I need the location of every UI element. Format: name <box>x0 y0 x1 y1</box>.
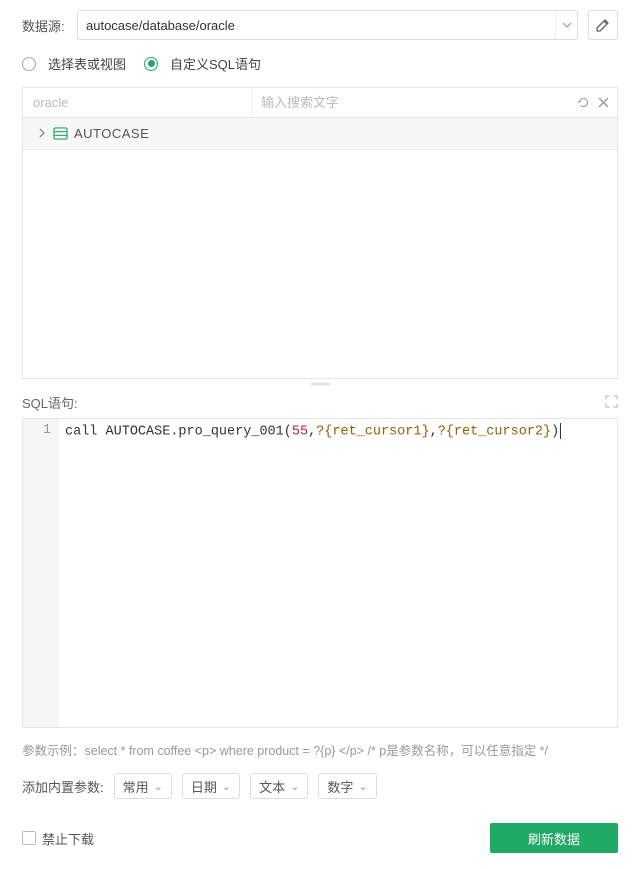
token-identifier: AUTOCASE.pro_query_001 <box>106 425 284 440</box>
datasource-value: autocase/database/oracle <box>86 18 235 33</box>
radio-select-table-label: 选择表或视图 <box>48 54 126 73</box>
token-param: ?{ret_cursor1} <box>316 425 429 440</box>
resize-handle[interactable]: ═══ <box>0 379 640 389</box>
checkbox-icon <box>22 831 36 845</box>
schema-tree[interactable]: AUTOCASE <box>23 118 617 378</box>
token-punct: ( <box>284 425 292 440</box>
dropdown-common[interactable]: 常用 ⌄ <box>114 773 172 799</box>
editor-gutter: 1 <box>23 419 59 727</box>
datasource-label: 数据源: <box>22 16 67 35</box>
expand-icon[interactable] <box>605 395 618 411</box>
radio-custom-sql-label: 自定义SQL语句 <box>170 54 261 73</box>
chevron-down-icon <box>555 11 577 39</box>
database-icon <box>53 127 68 140</box>
text-cursor <box>560 423 561 439</box>
dropdown-number[interactable]: 数字 ⌄ <box>318 773 376 799</box>
param-hint: 参数示例：select * from coffee <p> where prod… <box>0 728 640 763</box>
close-icon[interactable] <box>598 97 609 108</box>
tree-node-root[interactable]: AUTOCASE <box>23 118 617 150</box>
radio-select-table[interactable] <box>22 57 36 71</box>
refresh-icon[interactable] <box>577 96 590 109</box>
dropdown-label: 常用 <box>123 777 149 796</box>
chevron-down-icon: ⌄ <box>290 780 299 793</box>
token-param: ?{ret_cursor2} <box>438 425 551 440</box>
edit-icon <box>595 17 611 33</box>
dropdown-text[interactable]: 文本 ⌄ <box>250 773 308 799</box>
edit-datasource-button[interactable] <box>588 10 618 40</box>
sql-editor[interactable]: 1 call AUTOCASE.pro_query_001(55,?{ret_c… <box>22 418 618 728</box>
token-punct: , <box>308 425 316 440</box>
builtin-params-label: 添加内置参数: <box>22 777 104 796</box>
line-number: 1 <box>27 423 51 438</box>
schema-search-input[interactable] <box>261 95 577 110</box>
chevron-down-icon: ⌄ <box>154 780 163 793</box>
token-number: 55 <box>292 425 308 440</box>
dropdown-label: 文本 <box>259 777 285 796</box>
token-punct: , <box>430 425 438 440</box>
chevron-right-icon <box>37 126 47 141</box>
token-keyword: call <box>65 425 106 440</box>
tree-node-label: AUTOCASE <box>74 126 149 141</box>
dropdown-label: 数字 <box>327 777 353 796</box>
sql-label: SQL语句: <box>22 393 78 412</box>
editor-content[interactable]: call AUTOCASE.pro_query_001(55,?{ret_cur… <box>59 419 617 727</box>
refresh-data-button[interactable]: 刷新数据 <box>490 823 618 853</box>
datasource-select[interactable]: autocase/database/oracle <box>77 10 578 40</box>
schema-browser: oracle AUTOCASE <box>22 87 618 379</box>
forbid-download-checkbox[interactable]: 禁止下载 <box>22 829 94 848</box>
dropdown-label: 日期 <box>191 777 217 796</box>
schema-title: oracle <box>23 88 253 117</box>
chevron-down-icon: ⌄ <box>222 780 231 793</box>
radio-custom-sql[interactable] <box>144 57 158 71</box>
dropdown-date[interactable]: 日期 ⌄ <box>182 773 240 799</box>
forbid-download-label: 禁止下载 <box>42 829 94 848</box>
chevron-down-icon: ⌄ <box>358 780 367 793</box>
token-punct: ) <box>551 425 559 440</box>
